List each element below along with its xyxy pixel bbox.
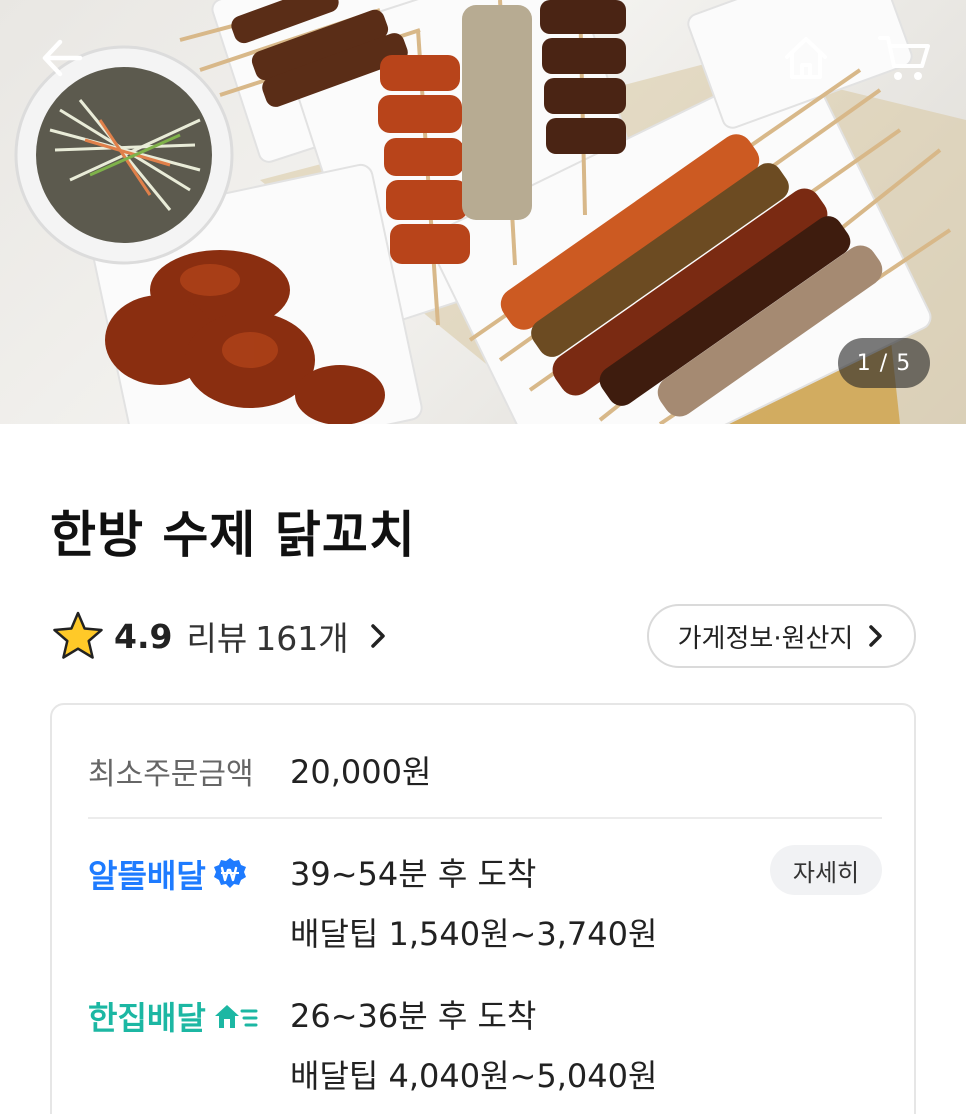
star-icon bbox=[53, 611, 103, 659]
fast-home-icon bbox=[214, 1005, 258, 1028]
min-order-value: 20,000원 bbox=[290, 753, 432, 791]
home-icon bbox=[785, 37, 827, 79]
arrow-left-icon bbox=[42, 39, 83, 77]
store-name: 한방 수제 닭꼬치 bbox=[50, 506, 416, 564]
rating-reviews-link[interactable]: 4.9 리뷰 161개 bbox=[52, 608, 389, 664]
cart-icon bbox=[878, 36, 930, 80]
chevron-right-icon bbox=[370, 624, 385, 648]
home-button[interactable] bbox=[776, 28, 836, 88]
delivery-info-card: 최소주문금액 20,000원 알뜰배달 39~54분 후 도착 배달팁 1,54… bbox=[50, 703, 916, 1114]
store-info-origin-button[interactable]: 가게정보·원산지 bbox=[647, 604, 916, 668]
allttle-eta: 39~54분 후 도착 bbox=[290, 855, 537, 893]
hanjip-delivery-label: 한집배달 bbox=[88, 999, 206, 1037]
store-info-label: 가게정보·원산지 bbox=[677, 623, 854, 654]
won-badge-icon bbox=[213, 858, 246, 888]
allttle-detail-button[interactable]: 자세히 bbox=[770, 845, 882, 895]
rating-value: 4.9 bbox=[114, 616, 173, 656]
hanjip-tip: 배달팁 4,040원~5,040원 bbox=[290, 1057, 658, 1095]
hanjip-delivery-brand: 한집배달 bbox=[88, 993, 258, 1039]
allttle-tip: 배달팁 1,540원~3,740원 bbox=[290, 915, 658, 953]
back-button[interactable] bbox=[34, 30, 90, 86]
review-count: 161개 bbox=[255, 619, 349, 658]
divider bbox=[88, 817, 882, 819]
allttle-delivery-brand: 알뜰배달 bbox=[88, 851, 248, 897]
hanjip-eta: 26~36분 후 도착 bbox=[290, 997, 537, 1035]
cart-button[interactable] bbox=[872, 28, 936, 88]
allttle-delivery-label: 알뜰배달 bbox=[88, 857, 206, 895]
review-label: 리뷰 bbox=[186, 619, 248, 658]
store-hero-image[interactable]: 1 / 5 bbox=[0, 0, 966, 424]
image-counter: 1 / 5 bbox=[838, 338, 930, 388]
chevron-right-icon bbox=[869, 625, 883, 647]
min-order-label: 최소주문금액 bbox=[88, 757, 254, 792]
